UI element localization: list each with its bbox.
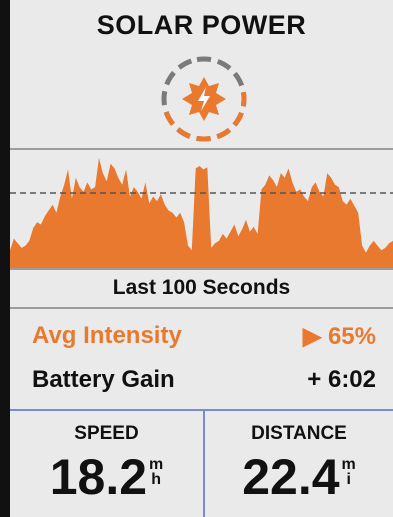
- distance-field[interactable]: DISTANCE 22.4 m i: [205, 411, 393, 517]
- solar-power-screen: SOLAR POWER Last 100 Seconds Avg Intensi…: [10, 0, 393, 517]
- speed-value: 18.2: [49, 449, 148, 505]
- device-bezel: [0, 0, 10, 517]
- solar-sun-icon: [161, 56, 247, 142]
- distance-unit-bottom: i: [346, 471, 351, 488]
- speed-unit: mh: [149, 457, 163, 488]
- data-fields: SPEED 18.2 m h DISTANCE 22.4 m i: [10, 409, 393, 517]
- avg-intensity-label: Avg Intensity: [32, 322, 182, 349]
- divider-metrics: [10, 307, 393, 309]
- battery-gain-value: + 6:02: [307, 366, 376, 393]
- speed-unit-bottom: h: [151, 471, 162, 488]
- battery-gain-row: Battery Gain + 6:02: [32, 362, 376, 398]
- avg-intensity-row: Avg Intensity ▶ 65%: [32, 318, 376, 354]
- device: SOLAR POWER Last 100 Seconds Avg Intensi…: [0, 0, 393, 517]
- chart-time-range: Last 100 Seconds: [112, 276, 291, 299]
- avg-intensity-value: ▶ 65%: [302, 322, 376, 350]
- distance-value-group: 22.4 m i: [205, 449, 393, 505]
- speed-label: SPEED: [74, 423, 139, 444]
- divider-top: [10, 148, 393, 150]
- distance-label: DISTANCE: [251, 423, 347, 444]
- distance-unit: mi: [342, 457, 356, 488]
- page-title: SOLAR POWER: [96, 10, 307, 40]
- battery-gain-label: Battery Gain: [32, 366, 175, 393]
- intensity-area: [10, 157, 393, 269]
- speed-value-group: 18.2 m h: [10, 449, 203, 505]
- speed-field[interactable]: SPEED 18.2 m h: [10, 411, 203, 517]
- distance-value: 22.4: [242, 449, 340, 505]
- solar-intensity-chart: [10, 157, 393, 269]
